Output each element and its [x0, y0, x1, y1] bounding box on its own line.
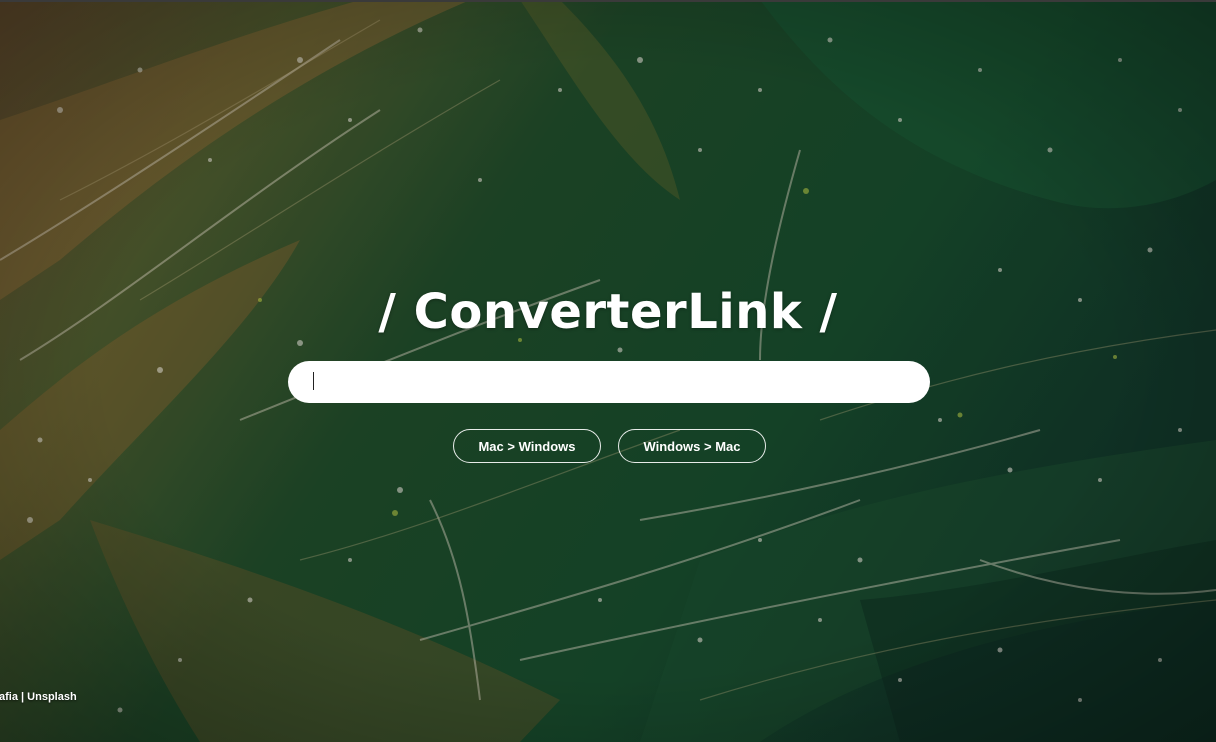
mac-to-windows-button[interactable]: Mac > Windows [453, 429, 601, 463]
window-top-border [0, 0, 1216, 2]
photo-credit-author[interactable]: grafia [0, 689, 18, 705]
photo-credit-separator: | [17, 691, 28, 703]
search-input[interactable] [288, 361, 930, 403]
windows-to-mac-button[interactable]: Windows > Mac [618, 429, 766, 463]
page-title: / ConverterLink / [378, 284, 838, 340]
photo-credit: grafia | Unsplash [0, 689, 77, 705]
text-cursor [313, 372, 314, 390]
search-bar[interactable] [288, 361, 930, 403]
photo-credit-source[interactable]: Unsplash [27, 691, 77, 703]
